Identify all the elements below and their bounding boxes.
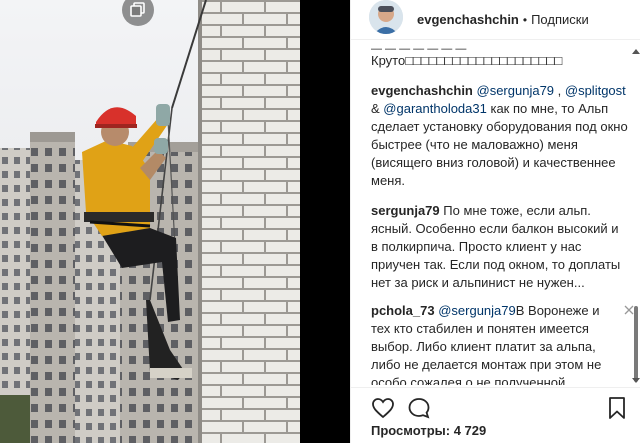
comments-list: — — — — — — — Круто□□□□□□□□□□□□□□□□□□□□ … bbox=[351, 40, 640, 385]
comment-mention[interactable]: @splitgost bbox=[565, 83, 626, 98]
comment-item: evgenchashchin @sergunja79 , @splitgost … bbox=[371, 82, 631, 190]
scroll-down-arrow[interactable] bbox=[632, 378, 640, 384]
action-bar bbox=[351, 387, 640, 423]
views-counter: Просмотры: 4 729 bbox=[371, 423, 486, 438]
video-frame bbox=[0, 0, 350, 443]
comment-item: pchola_73 @sergunja79В Воронеже и тех кт… bbox=[371, 302, 634, 385]
comment-username[interactable]: pchola_73 bbox=[371, 303, 435, 318]
heart-icon[interactable] bbox=[371, 396, 395, 420]
author-username[interactable]: evgenchashchin bbox=[417, 12, 519, 27]
comment-mention[interactable]: @garantholoda31 bbox=[383, 101, 487, 116]
comment-text: Круто□□□□□□□□□□□□□□□□□□□□ bbox=[371, 53, 563, 68]
follow-status-button[interactable]: Подписки bbox=[531, 12, 589, 27]
comment-item: sergunja79 По мне тоже, если альп. ясный… bbox=[371, 202, 631, 292]
header-separator: • bbox=[522, 12, 528, 27]
comment-item: — — — — — — — Круто□□□□□□□□□□□□□□□□□□□□ bbox=[371, 46, 631, 70]
post-panel: evgenchashchin • Подписки — — — — — — — … bbox=[350, 0, 640, 443]
post-header: evgenchashchin • Подписки bbox=[351, 0, 640, 40]
comment-username[interactable]: sergunja79 bbox=[371, 203, 440, 218]
comment-icon[interactable] bbox=[407, 396, 431, 420]
comment-mention[interactable]: @sergunja79 bbox=[438, 303, 516, 318]
views-count: 4 729 bbox=[453, 423, 487, 438]
scrollbar[interactable] bbox=[634, 56, 638, 382]
post-video[interactable] bbox=[0, 0, 350, 443]
mention-separator: & bbox=[371, 101, 384, 116]
views-label: Просмотры: bbox=[371, 423, 451, 438]
comment-mention[interactable]: @sergunja79 bbox=[477, 83, 555, 98]
comment-username[interactable]: evgenchashchin bbox=[371, 83, 473, 98]
bookmark-icon[interactable] bbox=[605, 396, 629, 420]
mention-separator: , bbox=[554, 83, 565, 98]
scroll-up-arrow[interactable] bbox=[632, 48, 640, 54]
instagram-post: evgenchashchin • Подписки — — — — — — — … bbox=[0, 0, 640, 443]
avatar[interactable] bbox=[369, 0, 403, 34]
